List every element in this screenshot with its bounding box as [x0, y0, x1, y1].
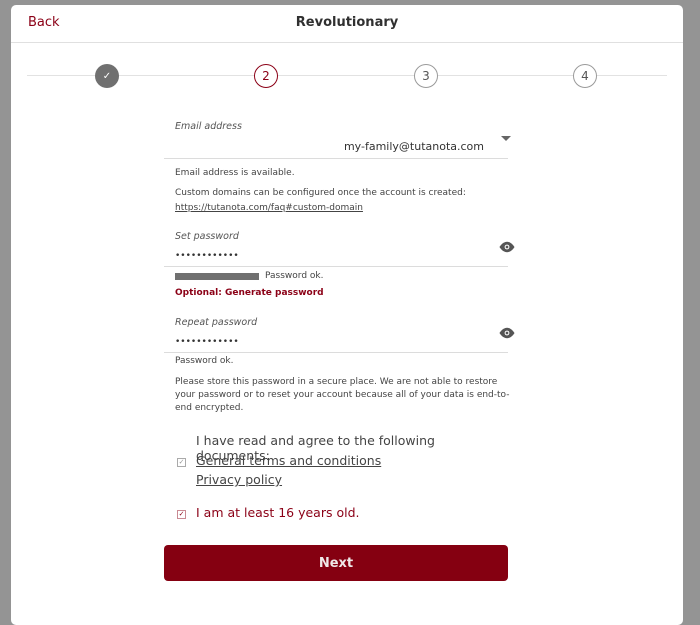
privacy-link[interactable]: Privacy policy: [196, 472, 282, 487]
step-number: 2: [262, 69, 270, 83]
password-underline: [164, 266, 508, 267]
password-notice: Please store this password in a secure p…: [175, 377, 510, 413]
step-4: 4: [573, 64, 597, 88]
email-underline: [164, 158, 508, 159]
signup-dialog: Back Revolutionary ✓ 2 3 4: [11, 5, 683, 625]
email-label: Email address: [175, 121, 242, 132]
repeat-password-input[interactable]: ••••••••••••: [175, 337, 239, 347]
terms-checkbox[interactable]: ✓: [177, 458, 186, 467]
custom-domain-link[interactable]: https://tutanota.com/faq#custom-domain: [175, 202, 363, 215]
password-label: Set password: [175, 231, 239, 242]
age-checkbox[interactable]: ✓: [177, 510, 186, 519]
domain-dropdown-icon[interactable]: [501, 136, 511, 141]
custom-domain-info: Custom domains can be configured once th…: [175, 188, 466, 198]
dialog-header: Back Revolutionary: [11, 5, 683, 43]
step-number: 4: [581, 69, 589, 83]
password-strength-bar: [175, 273, 259, 280]
generate-password-link[interactable]: Optional: Generate password: [175, 288, 324, 298]
step-3: 3: [414, 64, 438, 88]
stepper-line: [27, 75, 667, 76]
repeat-password-underline: [164, 352, 508, 353]
eye-icon[interactable]: [498, 241, 516, 253]
next-button[interactable]: Next: [164, 545, 508, 581]
email-status: Email address is available.: [175, 168, 295, 178]
password-status: Password ok.: [265, 271, 324, 281]
dialog-title: Revolutionary: [295, 15, 399, 30]
eye-icon[interactable]: [498, 327, 516, 339]
step-2-active: 2: [254, 64, 278, 88]
check-icon: ✓: [102, 70, 112, 82]
step-number: 3: [422, 69, 430, 83]
terms-link[interactable]: General terms and conditions: [196, 453, 381, 468]
age-label[interactable]: I am at least 16 years old.: [196, 505, 360, 520]
repeat-password-status: Password ok.: [175, 356, 234, 366]
email-field[interactable]: my-family@tutanota.com: [164, 135, 511, 159]
password-input[interactable]: ••••••••••••: [175, 251, 239, 261]
email-value: my-family@tutanota.com: [343, 140, 484, 153]
repeat-password-label: Repeat password: [175, 317, 258, 328]
step-1-done: ✓: [95, 64, 119, 88]
